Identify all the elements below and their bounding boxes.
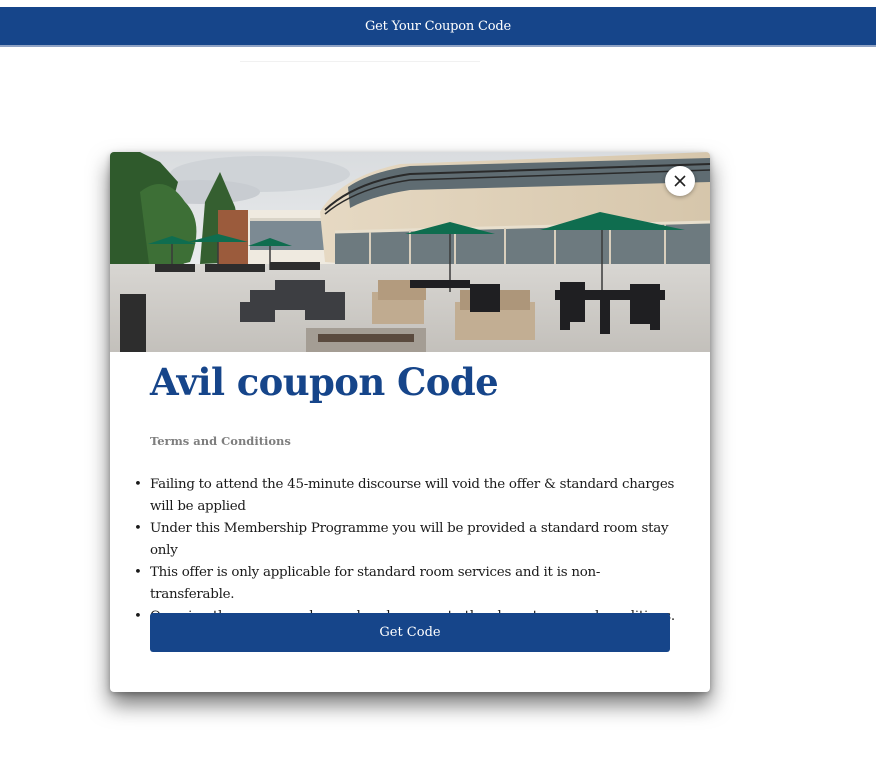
terms-list: Failing to attend the 45-minute discours…	[134, 474, 675, 628]
close-button[interactable]	[665, 166, 695, 196]
get-code-button[interactable]: Get Code	[150, 613, 670, 652]
get-code-label: Get Code	[379, 625, 441, 640]
terms-item: Failing to attend the 45-minute discours…	[134, 474, 675, 518]
terms-heading: Terms and Conditions	[150, 434, 291, 448]
modal-title: Avil coupon Code	[150, 360, 499, 404]
coupon-modal: Avil coupon Code Terms and Conditions Fa…	[110, 152, 710, 692]
coupon-banner-label: Get Your Coupon Code	[364, 18, 512, 34]
hero-image	[110, 152, 710, 352]
resort-patio-illustration	[110, 152, 710, 352]
close-icon	[674, 175, 686, 187]
page: Get Your Coupon Code Avil coupon Code Te…	[0, 0, 876, 767]
terms-item: Under this Membership Programme you will…	[134, 518, 675, 562]
coupon-banner-button[interactable]: Get Your Coupon Code	[0, 7, 876, 47]
terms-item: This offer is only applicable for standa…	[134, 562, 675, 606]
divider	[240, 61, 480, 62]
